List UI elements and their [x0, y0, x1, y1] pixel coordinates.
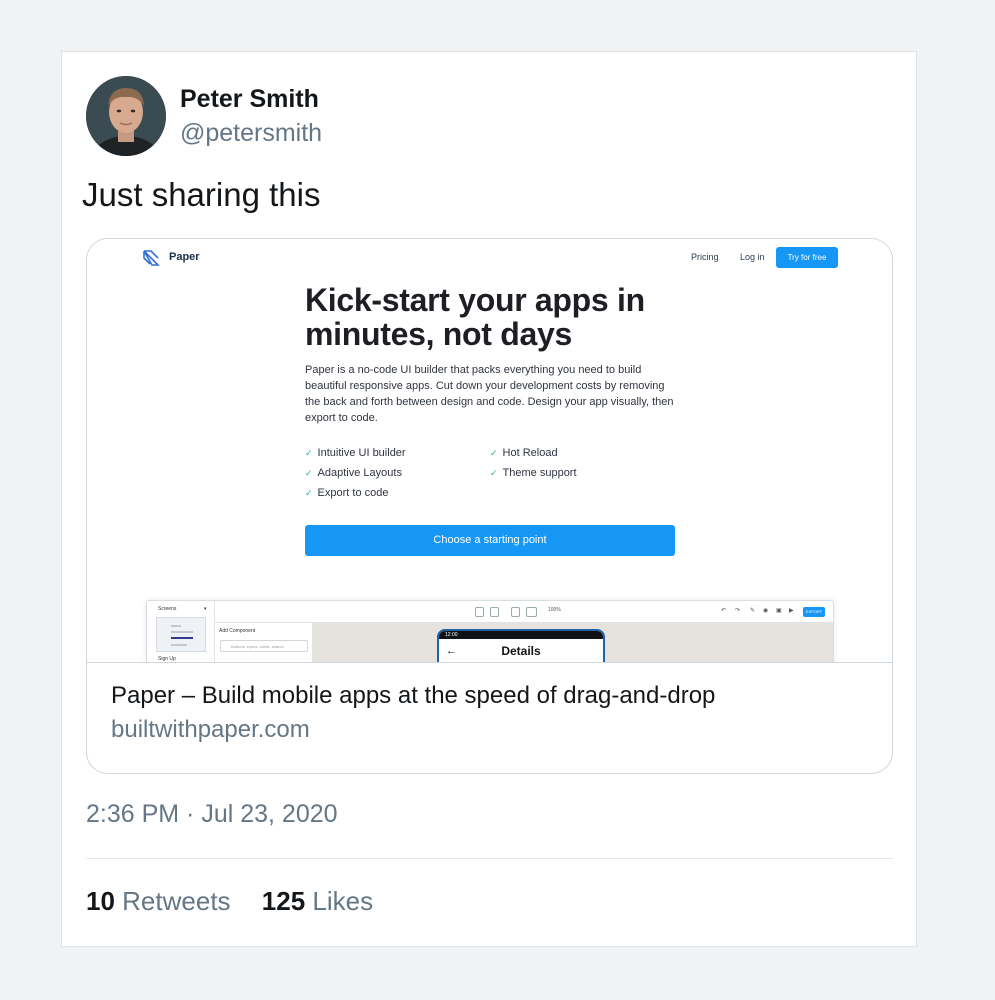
preview-feature: ✓ Hot Reload	[490, 447, 558, 459]
preview-headline: Kick-start your apps in minutes, not day…	[305, 282, 645, 352]
engagement-stats: 10 Retweets 125 Likes	[86, 886, 397, 917]
check-icon: ✓	[305, 468, 313, 478]
preview-app-screenshot: Screens ▾ Sign Up 100% ↶ ↷ ✎ ◉ ▣ ▶ EXPOR…	[146, 600, 834, 663]
check-icon: ✓	[305, 448, 313, 458]
likes-stat[interactable]: 125 Likes	[262, 886, 373, 916]
tweet-card: Peter Smith @petersmith Just sharing thi…	[61, 51, 917, 947]
app-zoom-level: 100%	[548, 607, 561, 613]
avatar[interactable]	[86, 76, 166, 156]
author-handle[interactable]: @petersmith	[180, 119, 322, 148]
author-name[interactable]: Peter Smith	[180, 85, 319, 114]
divider	[86, 858, 893, 859]
app-export-button: EXPORT	[803, 607, 825, 617]
preview-feature: ✓ Intuitive UI builder	[305, 447, 406, 459]
likes-label: Likes	[312, 886, 374, 916]
retweets-stat[interactable]: 10 Retweets	[86, 886, 231, 916]
preview-feature: ✓ Adaptive Layouts	[305, 467, 402, 479]
retweets-label: Retweets	[122, 886, 231, 916]
preview-description: Paper is a no-code UI builder that packs…	[305, 364, 674, 424]
phone-status-time: 12:00	[439, 631, 603, 639]
retweets-count: 10	[86, 886, 115, 916]
app-screens-panel: Screens ▾ Sign Up	[147, 601, 215, 663]
preview-feature: ✓ Export to code	[305, 487, 389, 499]
card-divider	[87, 662, 892, 663]
card-domain[interactable]: builtwithpaper.com	[111, 716, 310, 744]
phone-screen-title: Details	[501, 644, 541, 658]
caret-icon: ▾	[204, 606, 207, 612]
tweet-timestamp[interactable]: 2:36 PM · Jul 23, 2020	[86, 800, 338, 829]
link-preview-image[interactable]: Paper Pricing Log in Try for free Kick-s…	[87, 239, 892, 663]
preview-nav-pricing: Pricing	[691, 252, 719, 262]
app-phone-frame: 12:00 ← Details	[437, 629, 605, 663]
link-preview-card[interactable]: Paper Pricing Log in Try for free Kick-s…	[86, 238, 893, 774]
card-title[interactable]: Paper – Build mobile apps at the speed o…	[111, 682, 715, 710]
app-search-input: Buttons, inputs, cards, search	[220, 640, 308, 652]
preview-nav-login: Log in	[740, 252, 765, 262]
app-component-panel: Add Component Buttons, inputs, cards, se…	[215, 623, 313, 663]
app-toolbar: 100% ↶ ↷ ✎ ◉ ▣ ▶ EXPORT	[215, 601, 833, 623]
likes-count: 125	[261, 886, 306, 916]
tweet-text: Just sharing this	[82, 176, 321, 213]
check-icon: ✓	[490, 468, 498, 478]
app-screen-thumbnail	[156, 617, 206, 652]
app-screens-label: Screens	[158, 606, 177, 612]
paper-logo-icon	[143, 250, 160, 266]
check-icon: ✓	[305, 488, 313, 498]
preview-cta-button: Choose a starting point	[305, 525, 675, 556]
app-add-component-label: Add Component	[219, 628, 256, 634]
preview-try-button: Try for free	[776, 247, 838, 268]
preview-feature: ✓ Theme support	[490, 467, 577, 479]
preview-brand: Paper	[169, 251, 200, 263]
check-icon: ✓	[490, 448, 498, 458]
app-canvas: 12:00 ← Details	[313, 623, 833, 663]
